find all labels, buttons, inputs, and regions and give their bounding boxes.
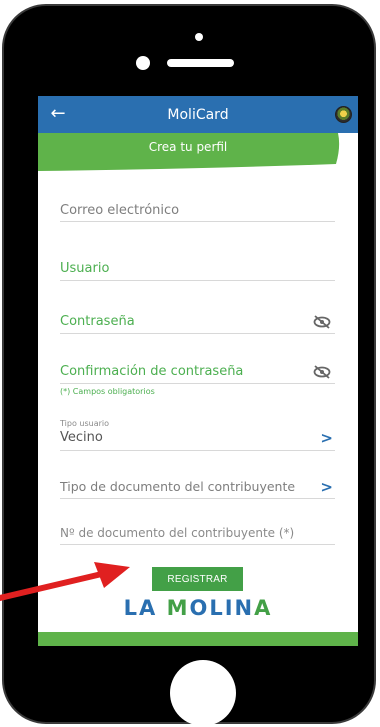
email-label: Correo electrónico bbox=[60, 203, 180, 218]
proximity-sensor bbox=[136, 56, 150, 70]
document-type-select[interactable]: Tipo de documento del contribuyente > bbox=[60, 478, 335, 499]
password-label: Contraseña bbox=[60, 314, 135, 329]
confirm-password-label: Confirmación de contraseña bbox=[60, 364, 244, 379]
register-button[interactable]: REGISTRAR bbox=[152, 567, 243, 591]
front-camera bbox=[195, 33, 203, 41]
red-arrow-icon bbox=[0, 562, 130, 601]
user-type-value: Vecino bbox=[60, 430, 103, 445]
chevron-right-icon: > bbox=[320, 429, 333, 447]
earpiece-speaker bbox=[167, 59, 234, 67]
home-button[interactable] bbox=[170, 660, 236, 726]
brand-part-4: LIN bbox=[209, 596, 255, 620]
password-field[interactable]: Contraseña bbox=[60, 313, 335, 334]
arrow-left-icon[interactable]: ← bbox=[46, 101, 70, 127]
eye-off-icon[interactable] bbox=[313, 365, 331, 379]
username-label: Usuario bbox=[60, 261, 110, 276]
brand-part-2: M bbox=[166, 596, 190, 620]
municipality-seal-icon bbox=[335, 106, 352, 123]
brand-part-5: A bbox=[254, 596, 273, 620]
brand-part-3: O bbox=[189, 596, 210, 620]
email-field[interactable]: Correo electrónico bbox=[60, 202, 335, 222]
bottom-bar bbox=[38, 632, 358, 646]
document-number-field[interactable]: Nº de documento del contribuyente (*) bbox=[60, 524, 335, 545]
user-type-select[interactable]: Vecino > bbox=[60, 429, 335, 451]
app-bar: ← MoliCard bbox=[38, 96, 358, 133]
app-title: MoliCard bbox=[167, 106, 229, 123]
eye-off-icon[interactable] bbox=[313, 315, 331, 329]
banner-title: Crea tu perfil bbox=[148, 140, 228, 154]
user-type-caption: Tipo usuario bbox=[60, 419, 109, 428]
document-number-label: Nº de documento del contribuyente (*) bbox=[60, 526, 295, 540]
username-field[interactable]: Usuario bbox=[60, 260, 335, 281]
chevron-right-icon: > bbox=[320, 478, 333, 496]
required-fields-note: (*) Campos obligatorios bbox=[60, 387, 155, 396]
document-type-label: Tipo de documento del contribuyente bbox=[60, 479, 296, 494]
confirm-password-field[interactable]: Confirmación de contraseña bbox=[60, 363, 335, 384]
